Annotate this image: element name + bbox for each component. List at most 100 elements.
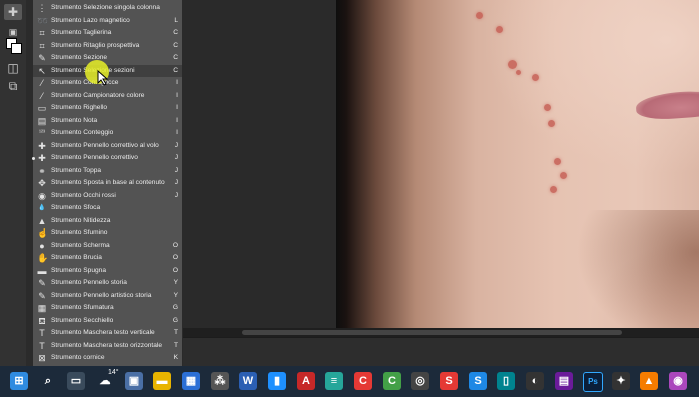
horizontal-scrollbar[interactable] [182,328,699,337]
menu-item[interactable]: ☝ Strumento Sfumino [33,227,182,240]
vlc-icon[interactable]: ▲ [640,372,658,390]
color-swatches-icon[interactable] [4,36,22,54]
content-aware-move-icon: ✥ [38,178,46,188]
weather-temperature: 14° [108,369,119,376]
healing-brush-tool-icon[interactable]: ✚ [4,4,22,20]
menu-item-label: Strumento Sfumatura [51,304,114,311]
note-icon: ▤ [37,115,47,126]
menu-item-shortcut: O [172,254,178,261]
menu-item[interactable]: ✎ Strumento Pennello storia Y [33,277,182,290]
menu-item[interactable]: ◉ Strumento Occhi rossi J [33,190,182,203]
menu-item[interactable]: ● Strumento Scherma O [33,240,182,253]
chat-icon[interactable]: ▣ [125,372,143,390]
vertical-type-mask-icon: T [39,328,45,338]
menu-item-label: Strumento Conteggio [51,129,114,136]
menu-item-label: Strumento Pennello artistico storia [51,291,152,299]
acne-spot [496,26,503,33]
tool-flyout-menu: ⋮ Strumento Selezione singola colonna ➿ Str… [32,0,183,366]
acne-spot [544,104,551,111]
app-s2-icon[interactable]: S [469,372,487,390]
app-icon-2[interactable]: ▯ [497,372,515,390]
menu-item[interactable]: ▦ Strumento Sfumatura G [33,302,182,315]
menu-item[interactable]: 💧 Strumento Sfoca [33,202,182,215]
color-sampler-icon: ⁄ [41,90,43,101]
menu-item-label: Strumento Campionatore colore [51,91,145,99]
menu-item-shortcut: I [176,104,178,111]
windows-start-icon[interactable]: ⊞ [10,372,28,390]
menu-item[interactable]: ▤ Strumento Nota I [33,115,182,128]
burn-icon: ✋ [37,253,49,263]
task-view-icon[interactable]: ▭ [67,372,85,390]
quick-mask-icon[interactable]: ◫ [4,60,22,76]
menu-item[interactable]: ⛾ Strumento Secchiello G [33,315,182,328]
app-icon-3[interactable]: ▤ [555,372,573,390]
menu-item[interactable]: ✋ Strumento Brucia O [33,252,182,265]
menu-item[interactable]: ⋮ Strumento Selezione singola colonna [33,2,182,15]
store-icon[interactable]: ▦ [182,372,200,390]
menu-item-label: Strumento Secchiello [51,316,114,324]
horizontal-type-mask-icon: T [39,340,45,351]
acne-spot [508,60,517,69]
neck-shadow [576,210,699,328]
photoshop-icon[interactable]: Ps [583,372,603,392]
eyedropper-icon: ⁄ [41,78,43,88]
screen-mode-icon[interactable]: ⧉ [4,78,22,94]
menu-item[interactable]: ✚ Strumento Pennello correttivo al volo J [33,140,182,153]
file-explorer-icon[interactable]: ▬ [153,372,171,390]
app-icon[interactable]: ▮ [268,372,286,390]
menu-item[interactable]: ⌗ Strumento Ritaglio prospettiva C [33,40,182,53]
menu-item[interactable]: T Strumento Maschera testo verticale T [33,327,182,340]
menu-item[interactable]: ▲ Strumento Nitidezza [33,215,182,228]
menu-item-label: Strumento Spugna [51,266,106,274]
app-s-icon[interactable]: S [440,372,458,390]
menu-item[interactable]: ⌗ Strumento Taglierina C [33,27,182,40]
status-bar [182,337,699,367]
acne-spot [548,120,555,127]
gradient-icon: ▦ [37,303,47,313]
search-icon[interactable]: ⌕ [39,372,57,390]
menu-item-label: Strumento Selezione singola colonna [51,4,160,11]
count-icon: ¹²³ [39,130,45,136]
davinci-icon[interactable]: ◐ [526,372,544,390]
windows-taskbar: ⊞ ⌕ ▭ ☁ ▣ ▬ ▦ ⁂ W ▮ A ≡ C C ◎ S S ▯ ◐ ▤ Ps ✦ ▲ ◉ 14° [0,366,699,397]
menu-item[interactable]: ⚭ Strumento Toppa J [33,165,182,178]
menu-item[interactable]: ✎ Strumento Sezione C [33,52,182,65]
menu-item-label: Strumento Sfumino [51,229,108,236]
menu-item-shortcut: J [174,179,178,186]
document-canvas[interactable] [336,0,699,328]
menu-item-shortcut: Y [173,279,178,286]
capcut-icon[interactable]: C [354,372,372,390]
game-icon[interactable]: ✦ [612,372,630,390]
menu-item[interactable]: ➿ Strumento Lazo magnetico L [33,15,182,28]
menu-item-shortcut: J [174,191,178,199]
menu-item[interactable]: ⁄ Strumento Campionatore colore I [33,90,182,103]
menu-item[interactable]: ✥ Strumento Sposta in base al contenuto J [33,177,182,190]
menu-item[interactable]: T Strumento Maschera testo orizzontale T [33,340,182,353]
menu-item[interactable]: ✎ Strumento Pennello artistico storia Y [33,290,182,303]
scrollbar-thumb[interactable] [242,330,622,335]
notes-icon[interactable]: ≡ [325,372,343,390]
patch-icon: ⚭ [38,165,46,176]
menu-item-label: Strumento cornice [51,354,105,361]
menu-item-shortcut: K [173,354,178,361]
wifi-app-icon[interactable]: ⁂ [211,372,229,390]
menu-item[interactable]: ⊠ Strumento cornice K [33,352,182,365]
menu-item[interactable]: ▭ Strumento Righello I [33,102,182,115]
menu-item-shortcut: O [172,266,178,274]
slice-select-icon: ↖ [38,65,46,76]
acrobat-icon[interactable]: A [297,372,315,390]
menu-item-label: Strumento Taglierina [51,29,112,36]
menu-item[interactable]: ✚ Strumento Pennello correttivo J [33,152,182,165]
obs-icon[interactable]: ◎ [411,372,429,390]
camtasia-icon[interactable]: C [383,372,401,390]
menu-item-shortcut: J [174,166,178,174]
opera-icon[interactable]: ◉ [669,372,687,390]
column-select-icon: ⋮ [37,3,47,13]
menu-item-label: Strumento Toppa [51,166,102,174]
menu-item[interactable]: ▬ Strumento Spugna O [33,265,182,278]
menu-item-label: Strumento Scherma [51,241,110,249]
tools-panel: ✚ ▣ ◫ ⧉ [0,0,27,366]
word-icon[interactable]: W [239,372,257,390]
spot-healing-icon: ✚ [38,140,46,151]
menu-item[interactable]: ¹²³ Strumento Conteggio I [33,127,182,140]
